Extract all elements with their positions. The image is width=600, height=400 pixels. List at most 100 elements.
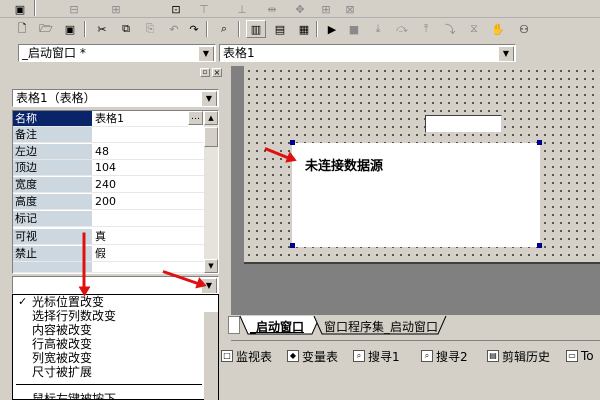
watch-icon[interactable]: ⧖ xyxy=(464,20,484,38)
check-icon: ✓ xyxy=(18,295,28,308)
resize-handle[interactable] xyxy=(537,243,542,248)
tab-search2[interactable]: ⌕ 搜寻2 xyxy=(421,347,468,365)
prop-value[interactable] xyxy=(92,211,204,227)
align-left-icon[interactable]: ⊟ xyxy=(64,0,84,18)
layout2-icon[interactable]: ▤ xyxy=(270,20,290,38)
prop-row-name[interactable]: 名称 表格1 … xyxy=(13,111,204,127)
redo-icon[interactable]: ↷ xyxy=(184,20,204,38)
event-item[interactable]: 光标位置改变 xyxy=(32,295,104,309)
prop-row-partial[interactable] xyxy=(13,262,204,273)
chevron-down-icon[interactable]: ▼ xyxy=(198,46,214,61)
object-combo[interactable]: 表格1（表格） ▼ xyxy=(12,89,219,107)
prop-value[interactable]: 240 xyxy=(92,177,204,193)
tab-more[interactable]: ▭ To xyxy=(566,347,594,365)
prop-value[interactable]: 假 xyxy=(92,246,204,262)
copy-icon[interactable]: ⧉ xyxy=(116,20,136,38)
tab-watch[interactable]: □ 监视表 xyxy=(221,347,272,365)
prop-row-tag[interactable]: 标记 xyxy=(13,211,204,227)
variables-icon: ◆ xyxy=(287,350,299,362)
run-icon[interactable]: ▶ xyxy=(322,20,342,38)
tab-search2-label: 搜寻2 xyxy=(436,349,468,364)
chevron-down-icon[interactable]: ▼ xyxy=(498,46,514,61)
tab-window-assembly[interactable]: 窗口程序集_启动窗口 xyxy=(324,318,438,335)
tab-startup-window[interactable]: _启动窗口 xyxy=(250,318,304,335)
resize-handle[interactable] xyxy=(537,140,542,145)
step-over-icon[interactable]: ⤼ xyxy=(392,20,412,38)
prop-value[interactable] xyxy=(92,262,204,273)
event-item[interactable]: 尺寸被扩展 xyxy=(32,365,92,379)
undo-icon[interactable]: ↶ xyxy=(164,20,184,38)
find-icon[interactable]: ⌕ xyxy=(214,20,234,38)
form-icon[interactable]: ▣ xyxy=(10,0,30,18)
window-combo[interactable]: _启动窗口 * ▼ xyxy=(18,44,216,62)
prop-label: 左边 xyxy=(13,144,92,160)
prop-row-top[interactable]: 顶边 104 xyxy=(13,160,204,176)
paste-icon[interactable]: ⎘ xyxy=(140,20,160,38)
space-icon[interactable]: ⊥ xyxy=(232,0,252,18)
scroll-thumb[interactable] xyxy=(204,127,218,147)
table-control[interactable]: 未连接数据源 xyxy=(292,143,540,247)
toolbar-separator xyxy=(206,21,208,37)
selector-bar: _启动窗口 * ▼ 表格1 ▼ xyxy=(0,42,600,64)
prop-label: 宽度 xyxy=(13,177,92,193)
prop-label: 顶边 xyxy=(13,160,92,176)
prop-value[interactable]: 48 xyxy=(92,144,204,160)
align-right-icon[interactable]: ⊡ xyxy=(166,0,186,18)
open-icon[interactable]: 🗁 xyxy=(36,20,56,38)
close-icon[interactable]: × xyxy=(212,68,222,77)
grid-icon[interactable]: ⊞ xyxy=(316,0,336,18)
textbox-control[interactable] xyxy=(425,115,502,133)
tab-variables[interactable]: ◆ 变量表 xyxy=(287,347,338,365)
prop-label xyxy=(13,262,92,273)
prop-label: 标记 xyxy=(13,211,92,227)
new-icon[interactable]: 🗋 xyxy=(12,20,32,38)
toolbar-separator xyxy=(238,21,240,37)
binoculars-icon[interactable]: ⚇ xyxy=(514,20,534,38)
hand-icon[interactable]: ✋ xyxy=(488,20,508,38)
prop-label: 备注 xyxy=(13,127,92,143)
layout3-icon[interactable]: ▦ xyxy=(294,20,314,38)
scroll-up-icon[interactable]: ▲ xyxy=(204,111,218,125)
event-list-scrollbar[interactable] xyxy=(204,312,218,400)
prop-row-visible[interactable]: 可视 真 xyxy=(13,229,204,245)
ellipsis-button[interactable]: … xyxy=(188,111,203,125)
scroll-down-icon[interactable]: ▼ xyxy=(204,259,218,273)
breakpoint-icon[interactable]: ⤵ xyxy=(440,20,460,38)
prop-value[interactable]: 真 xyxy=(92,229,204,245)
event-item[interactable]: 列宽被改变 xyxy=(32,351,92,365)
chevron-down-icon[interactable]: ▼ xyxy=(201,91,217,106)
layout1-icon[interactable]: ▥ xyxy=(246,20,266,38)
prop-row-height[interactable]: 高度 200 xyxy=(13,194,204,210)
event-item[interactable]: 行高被改变 xyxy=(32,337,92,351)
window-icon: ▭ xyxy=(566,350,578,362)
prop-row-remark[interactable]: 备注 xyxy=(13,127,204,143)
spacing-icon[interactable]: ⇹ xyxy=(262,0,282,18)
save-icon[interactable]: ▣ xyxy=(60,20,80,38)
step-into-icon[interactable]: ⤓ xyxy=(368,20,388,38)
prop-value[interactable] xyxy=(92,127,204,143)
prop-row-left[interactable]: 左边 48 xyxy=(13,144,204,160)
event-item[interactable]: 内容被改变 xyxy=(32,323,92,337)
panel-restore-icon[interactable]: ▫ xyxy=(200,68,210,77)
prop-value[interactable]: 200 xyxy=(92,194,204,210)
resize-handle[interactable] xyxy=(290,140,295,145)
distribute-icon[interactable]: ⊤ xyxy=(194,0,214,18)
form-border xyxy=(244,262,600,264)
event-item[interactable]: 鼠标左键被按下 xyxy=(32,392,116,400)
size-icon[interactable]: ⊠ xyxy=(340,0,360,18)
move-icon[interactable]: ✥ xyxy=(290,0,310,18)
prop-value[interactable]: 104 xyxy=(92,160,204,176)
tab-clip-history[interactable]: ▤ 剪辑历史 xyxy=(487,347,550,365)
prop-row-disabled[interactable]: 禁止 假 xyxy=(13,246,204,262)
resize-handle[interactable] xyxy=(290,243,295,248)
control-combo[interactable]: 表格1 ▼ xyxy=(219,44,516,62)
prop-value[interactable]: 表格1 xyxy=(92,111,188,127)
cut-icon[interactable]: ✂ xyxy=(92,20,112,38)
align-center-icon[interactable]: ⊞ xyxy=(106,0,126,18)
prop-row-width[interactable]: 宽度 240 xyxy=(13,177,204,193)
event-item[interactable]: 选择行列数改变 xyxy=(32,309,116,323)
stop-icon[interactable]: ■ xyxy=(344,20,364,38)
tab-search1[interactable]: ⌕ 搜寻1 xyxy=(353,347,400,365)
property-scrollbar[interactable]: ▲ ▼ xyxy=(204,111,218,273)
step-out-icon[interactable]: ⤒ xyxy=(416,20,436,38)
